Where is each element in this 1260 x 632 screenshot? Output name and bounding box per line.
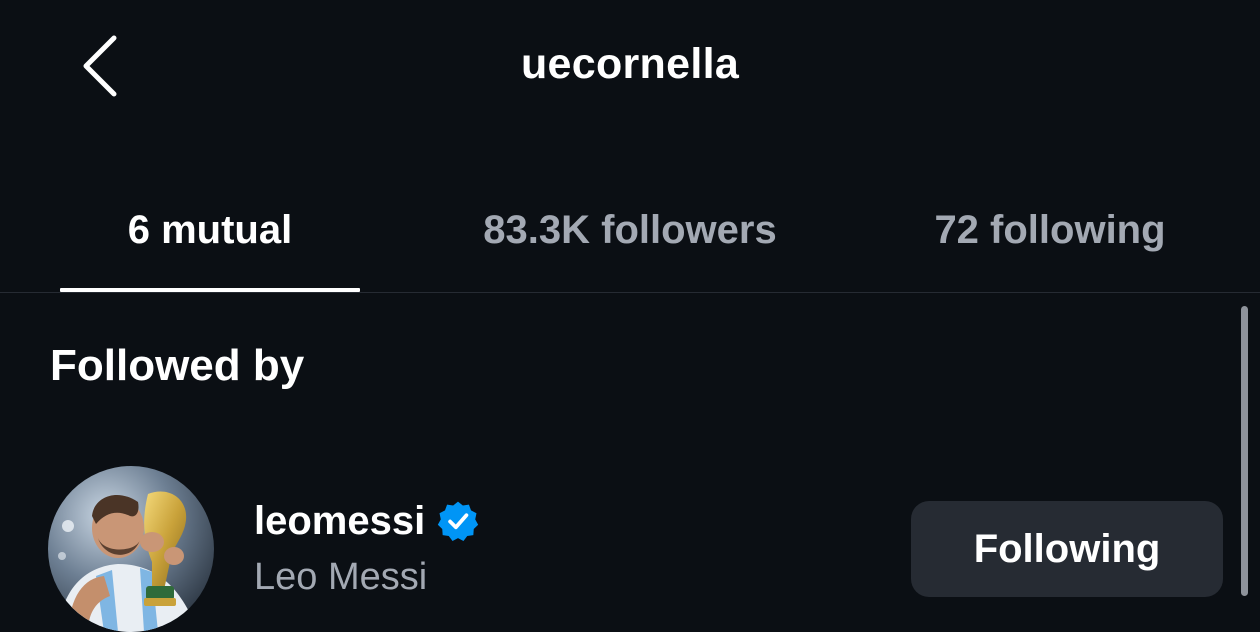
list-item: leomessi Leo Messi Following xyxy=(0,462,1240,632)
username: leomessi xyxy=(254,499,426,543)
scrollbar[interactable] xyxy=(1241,306,1248,596)
verified-badge-icon xyxy=(438,501,479,541)
tab-mutual[interactable]: 6 mutual xyxy=(60,186,360,292)
section-heading: Followed by xyxy=(50,341,305,390)
username-link[interactable]: leomessi xyxy=(254,500,479,542)
tab-followers-label: 83.3K followers xyxy=(483,208,777,252)
avatar-image xyxy=(48,466,214,632)
tab-following[interactable]: 72 following xyxy=(880,186,1220,292)
avatar[interactable] xyxy=(48,466,214,632)
following-button-label: Following xyxy=(973,526,1161,571)
full-name: Leo Messi xyxy=(254,556,428,598)
mutual-followers-screen: uecornella 6 mutual 83.3K followers 72 f… xyxy=(0,0,1260,632)
tab-mutual-label: 6 mutual xyxy=(127,208,293,252)
tab-following-label: 72 following xyxy=(934,208,1166,252)
page-title: uecornella xyxy=(520,40,740,88)
tabs-divider xyxy=(0,292,1260,293)
following-button[interactable]: Following xyxy=(911,501,1223,597)
tab-followers[interactable]: 83.3K followers xyxy=(440,186,820,292)
tab-bar: 6 mutual 83.3K followers 72 following xyxy=(0,186,1260,292)
